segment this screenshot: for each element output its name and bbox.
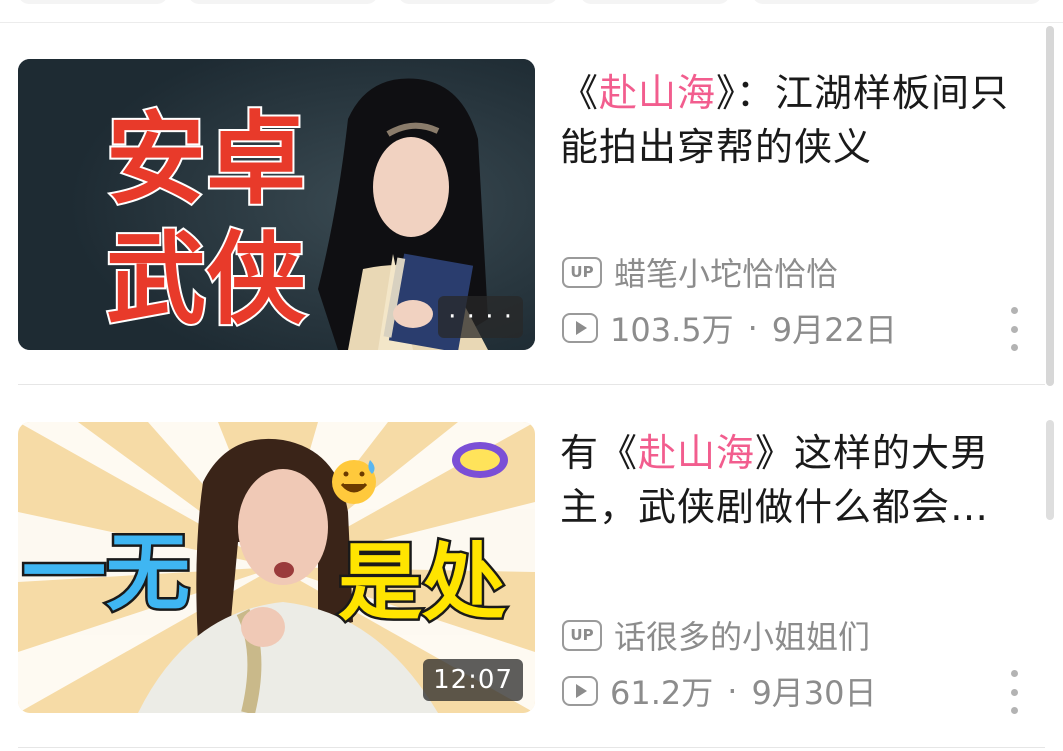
separator: ·: [747, 309, 758, 347]
play-count-icon: [562, 313, 598, 343]
video-thumbnail[interactable]: 一无 是处 12:07: [18, 422, 535, 713]
video-card[interactable]: 安卓 武侠 · · · · 《赴山海》：江湖样板间只能拍出穿帮的侠义 UP 蜡笔…: [0, 22, 1063, 385]
thumb-text-bottom: 武侠: [106, 225, 307, 336]
uploader-row[interactable]: UP 蜡笔小坨恰恰恰: [562, 249, 838, 295]
up-icon: UP: [562, 619, 602, 651]
more-options-icon[interactable]: [1002, 670, 1026, 714]
duration-badge: 12:07: [423, 659, 523, 701]
thumb-text-left: 一无: [22, 526, 190, 620]
uploader-name[interactable]: 话很多的小姐姐们: [614, 612, 870, 658]
video-title[interactable]: 有《赴山海》这样的大男主，武侠剧做什么都会…: [560, 426, 1030, 534]
title-highlight: 赴山海: [638, 431, 756, 475]
duration-badge: · · · ·: [438, 296, 523, 338]
video-thumbnail[interactable]: 安卓 武侠 · · · ·: [18, 59, 535, 350]
tab-pill[interactable]: [398, 0, 558, 4]
tab-pill[interactable]: [188, 0, 378, 4]
tab-pill[interactable]: [18, 0, 168, 4]
play-count-icon: [562, 676, 598, 706]
stats-row: 103.5万 · 9月22日: [562, 305, 897, 351]
uploader-row[interactable]: UP 话很多的小姐姐们: [562, 612, 870, 658]
thumb-text-right: 是处: [338, 536, 506, 630]
title-part: 有《: [560, 431, 639, 475]
tab-pill[interactable]: [752, 0, 1042, 4]
up-icon: UP: [562, 256, 602, 288]
upload-date: 9月22日: [771, 311, 897, 349]
title-highlight: 赴山海: [599, 71, 717, 115]
separator: ·: [727, 672, 738, 710]
title-part: 《: [560, 71, 600, 115]
thumb-text-top: 安卓: [106, 105, 306, 216]
video-card[interactable]: 一无 是处 12:07 有《赴山海》这样的大男主，武侠剧做什么都会… UP 话很…: [0, 385, 1063, 748]
more-options-icon[interactable]: [1002, 307, 1026, 351]
view-count: 61.2万: [610, 674, 714, 712]
divider: [18, 747, 1045, 748]
tab-bar: [0, 0, 1063, 23]
stats-row: 61.2万 · 9月30日: [562, 668, 877, 714]
view-count: 103.5万: [610, 311, 734, 349]
upload-date: 9月30日: [751, 674, 877, 712]
uploader-name[interactable]: 蜡笔小坨恰恰恰: [614, 249, 838, 295]
tab-pill[interactable]: [580, 0, 730, 4]
video-title[interactable]: 《赴山海》：江湖样板间只能拍出穿帮的侠义: [560, 66, 1030, 174]
